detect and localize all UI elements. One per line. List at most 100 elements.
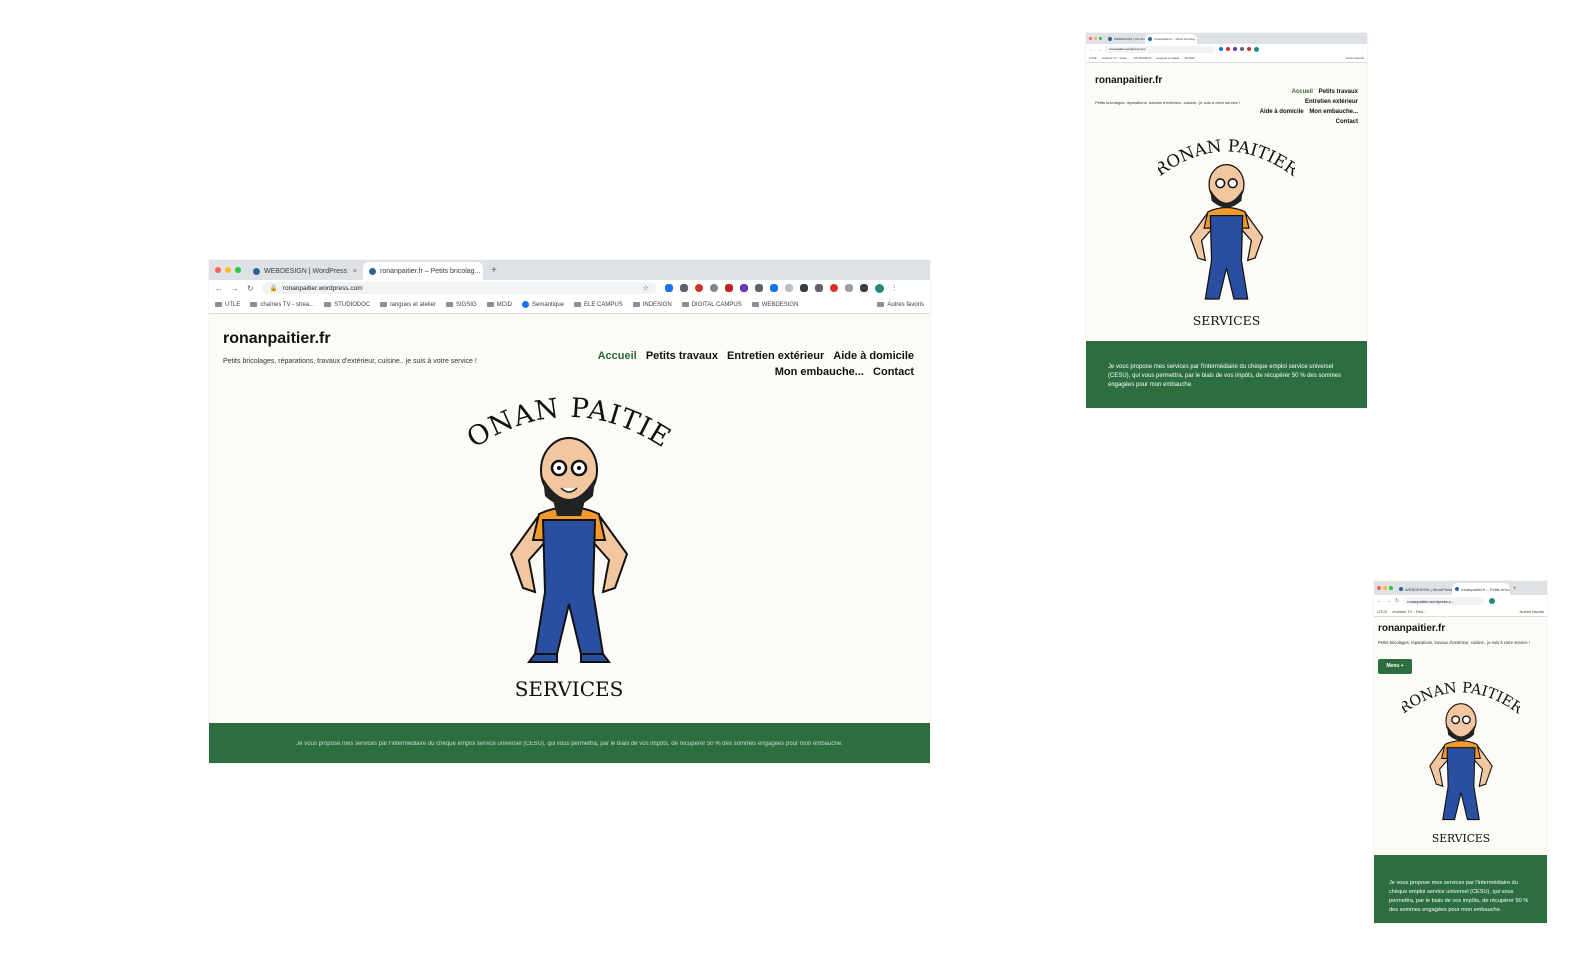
- bookmark-item[interactable]: chaînes TV - strea...: [250, 302, 314, 308]
- bookmark-item[interactable]: langues et atelier: [1157, 56, 1180, 60]
- wordpress-icon: [1148, 37, 1152, 41]
- extension-icon[interactable]: [1226, 46, 1230, 51]
- menu-item-accueil[interactable]: Accueil: [598, 348, 637, 364]
- menu-item-contact[interactable]: Contact: [1336, 117, 1358, 127]
- maximize-window-icon[interactable]: [1389, 586, 1393, 590]
- maximize-window-icon[interactable]: [235, 267, 241, 273]
- extension-icon[interactable]: [679, 284, 688, 292]
- menu-item-aide-a-domicile[interactable]: Aide à domicile: [833, 348, 914, 364]
- intro-section: Je vous propose mes services par l'inter…: [1374, 855, 1547, 923]
- menu-item-entretien-exterieur[interactable]: Entretien extérieur: [727, 348, 824, 364]
- bookmark-item[interactable]: SIGSIG: [1185, 56, 1195, 60]
- new-tab-button[interactable]: +: [483, 262, 505, 280]
- more-menu-icon[interactable]: ⋮: [891, 284, 898, 292]
- menu-item-aide-a-domicile[interactable]: Aide à domicile: [1260, 107, 1304, 117]
- close-tab-icon[interactable]: ×: [353, 268, 357, 275]
- reload-icon[interactable]: ↻: [247, 284, 254, 293]
- tab-webdesign[interactable]: WEBDESIGN | WordPress: [1396, 583, 1452, 595]
- bookmark-item[interactable]: langues et atelier: [380, 302, 436, 308]
- extension-icon[interactable]: [739, 284, 748, 292]
- character-illustration: [509, 437, 629, 663]
- profile-avatar[interactable]: [1254, 46, 1259, 52]
- forward-icon[interactable]: →: [231, 284, 239, 293]
- folder-icon: [215, 302, 222, 307]
- minimize-window-icon[interactable]: [225, 267, 231, 273]
- back-icon[interactable]: ←: [1377, 598, 1382, 604]
- extension-icon[interactable]: [814, 284, 823, 292]
- bookmark-item[interactable]: Semantique: [521, 301, 564, 308]
- other-bookmarks[interactable]: Autres favoris: [1520, 609, 1544, 614]
- folder-icon: [380, 302, 388, 307]
- bookmark-item[interactable]: STUDIODOC: [324, 302, 370, 308]
- extension-icon[interactable]: [709, 284, 718, 292]
- tab-ronanpaitier[interactable]: ronanpaitier.fr – Petits bricolag... ×: [363, 262, 483, 280]
- intro-text: Je vous propose mes services par l'inter…: [296, 741, 843, 747]
- tab-ronanpaitier[interactable]: ronanpaitier.fr – Petits bricolag...: [1145, 34, 1197, 44]
- bookmark-item[interactable]: MCID: [486, 302, 512, 308]
- extension-icon[interactable]: [664, 284, 673, 292]
- bookmark-star-icon[interactable]: ☆: [643, 284, 649, 292]
- wordpress-icon: [1108, 37, 1112, 41]
- address-bar[interactable]: ronanpaitier.wordpress.com: [1105, 45, 1215, 53]
- maximize-window-icon[interactable]: [1099, 37, 1102, 40]
- bookmark-item[interactable]: INDESIGN: [632, 302, 672, 308]
- menu-toggle-button[interactable]: Menu +: [1378, 659, 1412, 674]
- intro-section: Je vous propose mes services par l'inter…: [1086, 341, 1367, 408]
- site-title[interactable]: ronanpaitier.fr: [223, 330, 331, 348]
- bookmark-item[interactable]: UTLE: [1089, 56, 1097, 60]
- menu-item-petits-travaux[interactable]: Petits travaux: [1319, 87, 1358, 97]
- extension-icon[interactable]: [754, 284, 763, 292]
- back-icon[interactable]: ←: [1089, 47, 1093, 52]
- extension-icon[interactable]: [1240, 46, 1244, 51]
- other-bookmarks[interactable]: Autres favoris: [1346, 56, 1364, 60]
- puzzle-icon[interactable]: [859, 284, 868, 292]
- profile-avatar[interactable]: [874, 283, 884, 293]
- extension-icon[interactable]: [1247, 46, 1251, 51]
- minimize-window-icon[interactable]: [1383, 586, 1387, 590]
- menu-item-mon-embauche[interactable]: Mon embauche...: [775, 364, 864, 380]
- menu-item-entretien-exterieur[interactable]: Entretien extérieur: [1305, 97, 1358, 107]
- bookmark-item[interactable]: WEBDESIGN: [751, 302, 798, 308]
- bookmark-item[interactable]: DIGITAL CAMPUS: [681, 302, 742, 308]
- extension-icon[interactable]: [784, 284, 793, 292]
- bookmark-item[interactable]: ELE CAMPUS: [574, 302, 623, 308]
- site-title[interactable]: ronanpaitier.fr: [1378, 623, 1445, 634]
- forward-icon[interactable]: →: [1097, 47, 1101, 52]
- menu-item-mon-embauche[interactable]: Mon embauche...: [1309, 107, 1358, 117]
- menu-item-accueil[interactable]: Accueil: [1292, 87, 1313, 97]
- adblock-icon[interactable]: [694, 284, 703, 292]
- reload-icon[interactable]: ↻: [1395, 598, 1399, 604]
- screenshot-mobile: WEBDESIGN | WordPress ronanpaitier.fr – …: [1374, 581, 1547, 923]
- extension-icon[interactable]: [769, 284, 778, 292]
- extension-icon[interactable]: [799, 284, 808, 292]
- back-icon[interactable]: ←: [215, 284, 223, 293]
- tab-webdesign[interactable]: WEBDESIGN | WordPress: [1105, 34, 1145, 44]
- site-title[interactable]: ronanpaitier.fr: [1095, 75, 1162, 86]
- address-bar[interactable]: ronanpaitier.wordpress.c...: [1403, 597, 1486, 605]
- forward-icon[interactable]: →: [1386, 598, 1391, 604]
- bookmark-item[interactable]: SIGSIG: [445, 302, 477, 308]
- other-bookmarks[interactable]: Autres favoris: [877, 302, 924, 308]
- bookmark-item[interactable]: STUDIODOC: [1134, 56, 1152, 60]
- bookmark-item[interactable]: chaînes TV - strea...: [1102, 56, 1129, 60]
- extension-icon[interactable]: [829, 284, 838, 292]
- bookmark-item[interactable]: UTLE: [1377, 609, 1387, 614]
- tab-webdesign[interactable]: WEBDESIGN | WordPress ×: [247, 262, 363, 280]
- address-bar[interactable]: 🔒 ronanpaitier.wordpress.com ☆: [261, 282, 657, 294]
- minimize-window-icon[interactable]: [1094, 37, 1097, 40]
- close-window-icon[interactable]: [1089, 37, 1092, 40]
- close-window-icon[interactable]: [1377, 586, 1381, 590]
- bookmark-item[interactable]: chaînes TV - Ros...: [1392, 609, 1426, 614]
- bookmark-item[interactable]: UTLE: [215, 302, 240, 308]
- extension-icon[interactable]: [724, 284, 733, 292]
- menu-item-petits-travaux[interactable]: Petits travaux: [646, 348, 718, 364]
- extension-icon[interactable]: [1233, 46, 1237, 51]
- tab-ronanpaitier[interactable]: ronanpaitier.fr – Petits bricolag...: [1452, 583, 1510, 595]
- new-tab-button[interactable]: +: [1510, 583, 1520, 595]
- close-window-icon[interactable]: [215, 267, 221, 273]
- window-controls: [1086, 33, 1105, 44]
- menu-item-contact[interactable]: Contact: [873, 364, 914, 380]
- extension-icon[interactable]: [844, 284, 853, 292]
- profile-avatar[interactable]: [1489, 598, 1496, 604]
- extension-icon[interactable]: [1219, 46, 1223, 51]
